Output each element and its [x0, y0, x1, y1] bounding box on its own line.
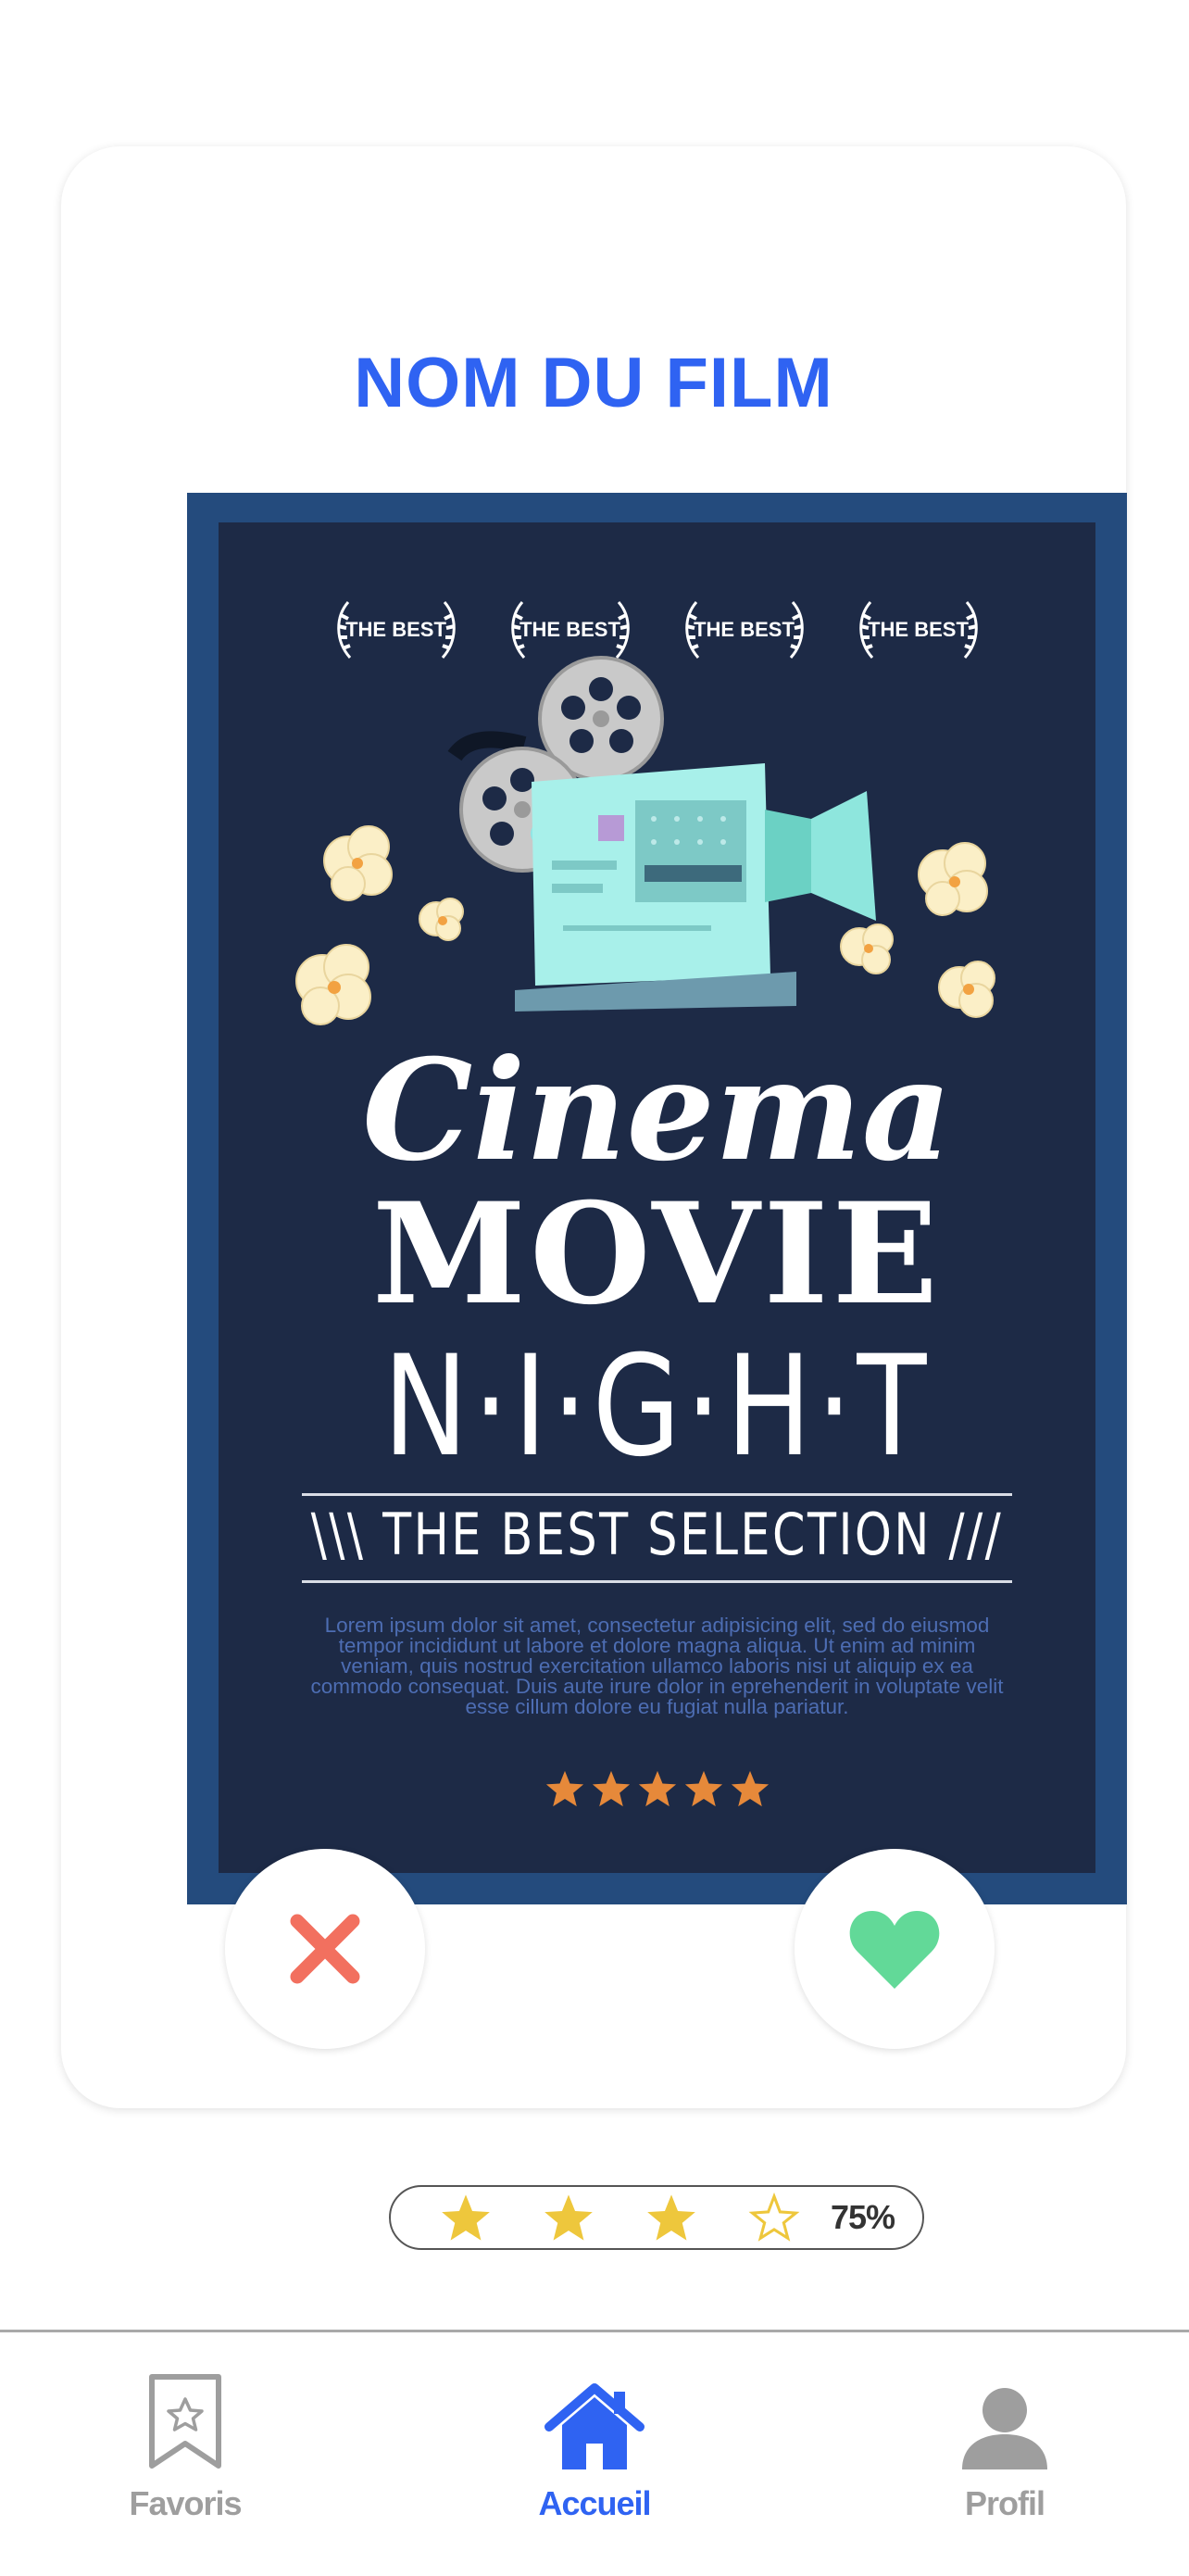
nav-label: Accueil	[538, 2484, 651, 2522]
poster-body-text: Lorem ipsum dolor sit amet, consectetur …	[310, 1614, 1004, 1718]
projector-illustration	[295, 656, 995, 1025]
star-icon	[731, 1770, 769, 1807]
poster-tagline: \\\ THE BEST SELECTION ///	[310, 1501, 1004, 1568]
rating-percent: 75%	[831, 2198, 895, 2236]
heart-icon	[849, 1911, 940, 1989]
divider	[302, 1493, 1012, 1496]
star-icon	[592, 1770, 630, 1807]
nav-label: Profil	[964, 2484, 1045, 2522]
star-outline-icon	[747, 2190, 803, 2245]
star-icon	[545, 1770, 583, 1807]
star-filled-icon	[645, 2190, 700, 2245]
poster-headline-movie: MOVIE	[372, 1173, 942, 1336]
star-filled-icon	[542, 2190, 597, 2245]
poster-headline-cinema: Cinema	[362, 1029, 952, 1192]
poster-stars	[219, 1769, 1095, 1808]
close-icon	[290, 1914, 360, 1984]
home-icon	[544, 2383, 645, 2469]
movie-poster: THE BEST THE BEST THE BEST THE BEST Cine…	[187, 493, 1127, 1904]
star-icon	[684, 1770, 722, 1807]
movie-card: NOM DU FILM THE BEST THE BEST THE BEST T…	[61, 146, 1127, 2108]
movie-title: NOM DU FILM	[354, 344, 833, 422]
nav-label: Favoris	[129, 2484, 242, 2522]
dislike-button[interactable]	[225, 1849, 425, 2049]
bottom-nav: Favoris Accueil Profil	[0, 2330, 1189, 2576]
star-icon	[638, 1770, 676, 1807]
rating-bar: 75%	[389, 2185, 924, 2250]
nav-item-favoris[interactable]: Favoris	[65, 2369, 306, 2523]
divider	[302, 1580, 1012, 1583]
user-icon	[962, 2388, 1047, 2469]
star-filled-icon	[439, 2190, 494, 2245]
bookmark-star-icon	[149, 2374, 221, 2469]
like-button[interactable]	[795, 1849, 995, 2049]
poster-inner: THE BEST THE BEST THE BEST THE BEST Cine…	[219, 522, 1095, 1873]
nav-item-profil[interactable]: Profil	[884, 2369, 1125, 2523]
nav-item-accueil[interactable]: Accueil	[474, 2369, 715, 2523]
poster-headline-night: N·I·G·H·T	[382, 1326, 932, 1488]
